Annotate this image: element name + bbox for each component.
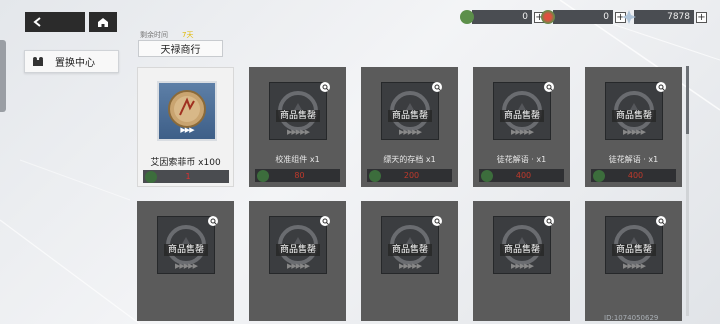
sold-out-label: 商品售罄 [276, 244, 320, 256]
inspect-button[interactable] [656, 82, 666, 92]
sold-out-label: 商品售罄 [612, 244, 656, 256]
rarity-stars: ▶▶▶ [180, 126, 194, 134]
inspect-button[interactable] [544, 216, 554, 226]
magnifier-icon [322, 218, 329, 225]
green-coin-icon [481, 169, 493, 182]
home-icon [98, 17, 108, 27]
shop-item-card[interactable]: ▶▶▶▶▶ 商品售罄 [473, 201, 570, 321]
shop-item-card[interactable]: ▶▶▶▶▶ 商品售罄 [137, 201, 234, 321]
rarity-stars: ▶▶▶▶▶ [287, 128, 310, 136]
red-flower-icon [541, 10, 555, 24]
inspect-button[interactable] [320, 82, 330, 92]
rarity-stars: ▶▶▶▶▶ [623, 128, 646, 136]
currency-crystal-value: 7878 [634, 10, 694, 24]
price-value: 200 [403, 171, 420, 180]
rarity-stars: ▶▶▶▶▶ [623, 262, 646, 270]
inspect-button[interactable] [208, 216, 218, 226]
shop-item-card[interactable]: ▶▶▶▶▶ 商品售罄 [361, 201, 458, 321]
item-name: 徒花解语 · x1 [496, 155, 547, 164]
rarity-stars: ▶▶▶▶▶ [175, 262, 198, 270]
tab-shop-label: 天禄商行 [160, 45, 201, 56]
shop-item-card[interactable]: ▶▶▶▶▶ 商品售罄缥天的存档 x1 200 [361, 67, 458, 187]
magnifier-icon [210, 218, 217, 225]
green-coin-icon [145, 170, 157, 183]
sold-out-label: 商品售罄 [612, 110, 656, 122]
rarity-stars: ▶▶▶▶▶ [511, 262, 534, 270]
sold-out-label: 商品售罄 [500, 244, 544, 256]
magnifier-icon [546, 84, 553, 91]
price-tag: 80 [255, 169, 340, 182]
shop-item-card[interactable]: ▶▶▶▶▶ 商品售罄 [249, 201, 346, 321]
currency-crystal: 7878 + [622, 10, 707, 24]
magnifier-icon [658, 84, 665, 91]
inspect-button[interactable] [432, 82, 442, 92]
magnifier-icon [546, 218, 553, 225]
home-button[interactable] [89, 12, 117, 32]
inspect-button[interactable] [320, 216, 330, 226]
shop-item-card[interactable]: ▶▶▶▶▶ 商品售罄徒花解语 · x1 400 [473, 67, 570, 187]
item-name: 艾因索菲币 x100 [150, 158, 221, 168]
remaining-time-value: 7天 [182, 31, 194, 39]
green-coin-icon [369, 169, 381, 182]
price-tag: 1 [143, 170, 229, 183]
currency-red: 0 + [541, 10, 626, 24]
shop-item-card[interactable]: ▶▶▶▶▶ 商品售罄校准组件 x1 80 [249, 67, 346, 187]
price-value: 1 [185, 172, 191, 181]
magnifier-icon [658, 218, 665, 225]
shop-item-card[interactable]: ▶▶▶▶▶ 商品售罄 [585, 201, 682, 321]
shop-item-card[interactable]: ▶▶▶▶▶ 商品售罄徒花解语 · x1 400 [585, 67, 682, 187]
price-value: 400 [627, 171, 644, 180]
inspect-button[interactable] [656, 216, 666, 226]
player-id: ID:1074050629 [604, 314, 659, 322]
sold-out-label: 商品售罄 [500, 110, 544, 122]
item-name: 校准组件 x1 [275, 155, 320, 164]
scrollbar-thumb[interactable] [686, 66, 689, 134]
green-coin-icon [593, 169, 605, 182]
rarity-stars: ▶▶▶▶▶ [287, 262, 310, 270]
sold-out-label: 商品售罄 [388, 244, 432, 256]
inspect-button[interactable] [544, 82, 554, 92]
remaining-time: 剩余时间 7天 [140, 30, 193, 40]
sold-out-label: 商品售罄 [388, 110, 432, 122]
price-value: 400 [515, 171, 532, 180]
currency-green: 0 + [460, 10, 545, 24]
item-name: 徒花解语 · x1 [608, 155, 659, 164]
rarity-stars: ▶▶▶▶▶ [511, 128, 534, 136]
tab-shop[interactable]: 天禄商行 [138, 40, 223, 57]
green-coin-icon [460, 10, 474, 24]
green-coin-icon [257, 169, 269, 182]
rarity-stars: ▶▶▶▶▶ [399, 128, 422, 136]
price-tag: 200 [367, 169, 452, 182]
item-thumbnail: ▶▶▶ [157, 81, 217, 141]
sold-out-label: 商品售罄 [164, 244, 208, 256]
price-tag: 400 [591, 169, 676, 182]
item-name: 缥天的存档 x1 [383, 155, 436, 164]
rarity-stars: ▶▶▶▶▶ [399, 262, 422, 270]
currency-crystal-add-button[interactable]: + [696, 11, 707, 23]
sold-out-label: 商品售罄 [276, 110, 320, 122]
sidebar-item-exchange-center[interactable]: 置换中心 [24, 50, 119, 73]
left-rail-indicator [0, 40, 6, 112]
shop-item-card[interactable]: ▶▶▶ 艾因索菲币 x100 1 [137, 67, 234, 187]
remaining-time-label: 剩余时间 [140, 31, 168, 39]
back-arrow-icon [33, 17, 41, 27]
inspect-button[interactable] [432, 216, 442, 226]
price-value: 80 [294, 171, 305, 180]
magnifier-icon [434, 84, 441, 91]
back-button[interactable] [25, 12, 85, 32]
currency-red-value: 0 [553, 10, 613, 24]
currency-green-value: 0 [472, 10, 532, 24]
magnifier-icon [434, 218, 441, 225]
magnifier-icon [322, 84, 329, 91]
crystal-icon [622, 10, 636, 24]
price-tag: 400 [479, 169, 564, 182]
exchange-icon [33, 56, 43, 66]
sidebar-item-label: 置换中心 [55, 58, 95, 69]
